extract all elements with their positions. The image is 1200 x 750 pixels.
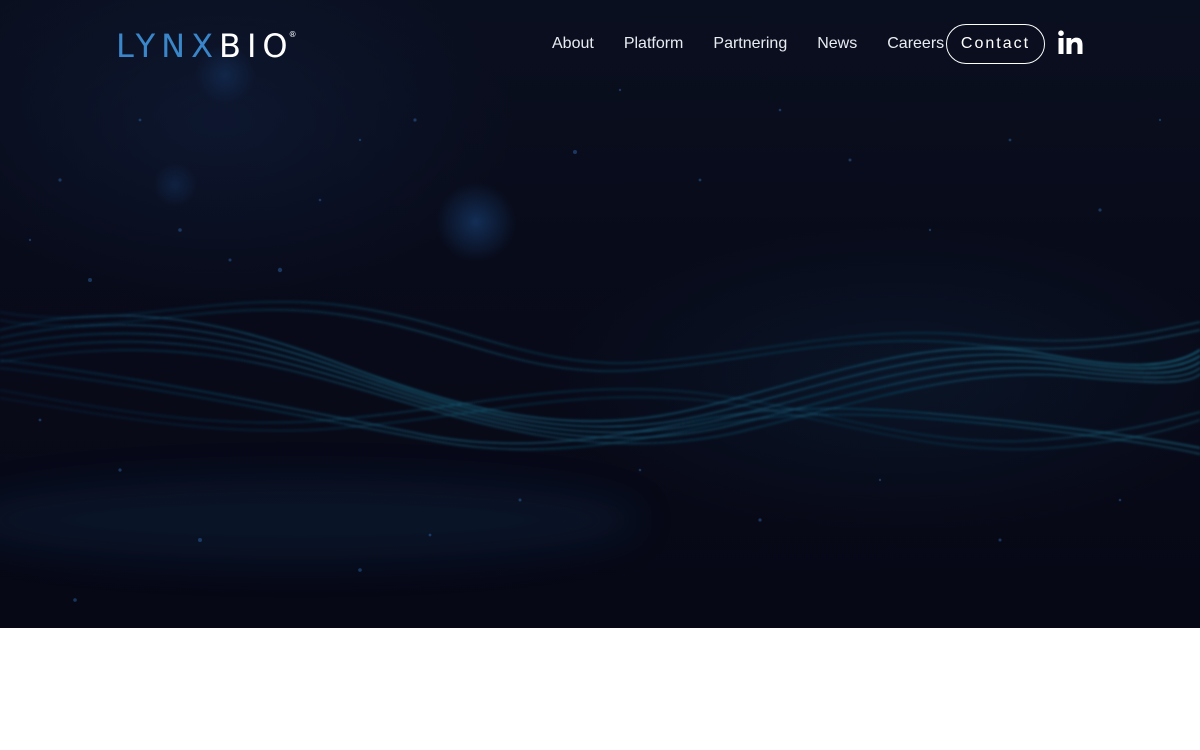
logo-registered-mark: ® — [288, 29, 297, 39]
page: LYNX BIO ® About Platform Partnering New… — [0, 0, 1200, 750]
nav-item-partnering[interactable]: Partnering — [713, 24, 787, 64]
logo-text-bio: BIO — [218, 27, 294, 65]
site-header: LYNX BIO ® About Platform Partnering New… — [0, 0, 1200, 90]
nav-item-about[interactable]: About — [552, 24, 594, 64]
nav-item-news[interactable]: News — [817, 24, 857, 64]
nav-item-platform[interactable]: Platform — [624, 24, 684, 64]
main-nav: About Platform Partnering News Careers — [552, 24, 974, 64]
nav-item-careers[interactable]: Careers — [887, 24, 944, 64]
hero-section: LYNX BIO ® About Platform Partnering New… — [0, 0, 1200, 628]
hero-wave-graphic — [0, 45, 1200, 602]
logo-text-lynx: LYNX — [116, 27, 219, 65]
contact-button[interactable]: Contact — [946, 24, 1045, 64]
lynxbio-logo[interactable]: LYNX BIO ® — [116, 28, 302, 64]
content-section — [0, 628, 1200, 750]
linkedin-icon[interactable] — [1058, 30, 1083, 55]
